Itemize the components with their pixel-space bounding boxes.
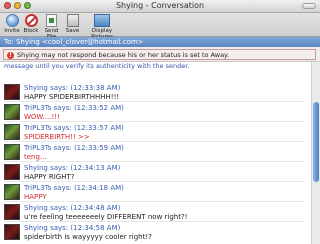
display-pictures-icon bbox=[94, 14, 110, 27]
message-item: Shying says: (12:34:48 AM) u're feeling … bbox=[4, 204, 304, 226]
conversation-scrollbar[interactable] bbox=[311, 62, 320, 244]
message-divider bbox=[4, 221, 304, 222]
window-title: Shying - Conversation bbox=[115, 1, 205, 10]
block-button[interactable]: Block bbox=[22, 14, 40, 34]
message-header: TriPL3Ts says: (12:33:59 AM) bbox=[24, 144, 124, 152]
conversation-pane[interactable]: message until you verify its authenticit… bbox=[0, 61, 320, 244]
avatar-shying bbox=[4, 224, 20, 240]
save-button[interactable]: Save bbox=[64, 14, 81, 34]
message-divider bbox=[4, 101, 304, 102]
scrollbar-thumb[interactable] bbox=[313, 102, 319, 182]
recipient-address: <cool_clover@hotmail.com> bbox=[42, 38, 144, 46]
message-text: HAPPY bbox=[24, 193, 47, 201]
message-item: Shying says: (12:33:38 AM) HAPPY SPIDERB… bbox=[4, 84, 304, 106]
avatar-triplets bbox=[4, 104, 20, 120]
conversation-window: Shying - Conversation Invite Block Send … bbox=[0, 0, 320, 244]
message-header: Shying says: (12:34:58 AM) bbox=[24, 224, 121, 232]
message-text: HAPPY SPIDERBIRTHHHH!!! bbox=[24, 93, 120, 101]
invite-icon bbox=[5, 14, 19, 27]
invite-label: Invite bbox=[4, 28, 20, 34]
avatar-triplets bbox=[4, 184, 20, 200]
message-item: Shying says: (12:34:13 AM) HAPPY RIGHT? bbox=[4, 164, 304, 186]
away-warning: ! Shying may not respond because his or … bbox=[3, 49, 316, 60]
away-warning-text: Shying may not respond because his or he… bbox=[17, 51, 230, 59]
message-text: SPIDERBIRTH!! >> bbox=[24, 133, 90, 141]
block-label: Block bbox=[23, 28, 39, 34]
message-text: u're feeling teeeeeeely DIFFERENT now ri… bbox=[24, 213, 188, 221]
message-divider bbox=[4, 161, 304, 162]
message-divider bbox=[4, 181, 304, 182]
message-item: TriPL3Ts says: (12:34:18 AM) HAPPY bbox=[4, 184, 304, 206]
message-header: Shying says: (12:33:38 AM) bbox=[24, 84, 121, 92]
message-text: WOW....!!! bbox=[24, 113, 60, 121]
message-item: TriPL3Ts says: (12:33:52 AM) WOW....!!! bbox=[4, 104, 304, 126]
toolbar-toggle-button[interactable] bbox=[302, 3, 316, 9]
message-header: Shying says: (12:34:13 AM) bbox=[24, 164, 121, 172]
message-header: TriPL3Ts says: (12:34:18 AM) bbox=[24, 184, 124, 192]
title-bar: Shying - Conversation bbox=[0, 0, 320, 13]
message-text: HAPPY RIGHT? bbox=[24, 173, 75, 181]
to-recipient-bar[interactable]: To: Shying <cool_clover@hotmail.com> bbox=[0, 37, 320, 47]
block-icon bbox=[24, 14, 38, 27]
message-item: Shying says: (12:34:58 AM) spiderbirth i… bbox=[4, 224, 304, 244]
message-divider bbox=[4, 201, 304, 202]
send-file-icon bbox=[46, 14, 57, 27]
to-label: To: Shying bbox=[4, 38, 40, 46]
warning-icon: ! bbox=[7, 51, 14, 59]
invite-button[interactable]: Invite bbox=[3, 14, 21, 34]
message-item: TriPL3Ts says: (12:33:57 AM) SPIDERBIRTH… bbox=[4, 124, 304, 146]
avatar-shying bbox=[4, 204, 20, 220]
message-divider bbox=[4, 121, 304, 122]
avatar-shying bbox=[4, 84, 20, 100]
message-header: TriPL3Ts says: (12:33:57 AM) bbox=[24, 124, 124, 132]
avatar-triplets bbox=[4, 144, 20, 160]
save-icon bbox=[66, 14, 79, 27]
avatar-triplets bbox=[4, 124, 20, 140]
message-header: TriPL3Ts says: (12:33:52 AM) bbox=[24, 104, 124, 112]
message-divider bbox=[4, 141, 304, 142]
message-item: TriPL3Ts says: (12:33:59 AM) teng... bbox=[4, 144, 304, 166]
avatar-shying bbox=[4, 164, 20, 180]
security-notice-text: message until you verify its authenticit… bbox=[4, 62, 190, 70]
message-text: spiderbirth is wayyyyy cooler right!? bbox=[24, 233, 152, 241]
message-text: teng... bbox=[24, 153, 47, 161]
message-header: Shying says: (12:34:48 AM) bbox=[24, 204, 121, 212]
save-label: Save bbox=[65, 28, 80, 34]
toolbar: Invite Block Send File Save Display Pict… bbox=[0, 13, 320, 40]
